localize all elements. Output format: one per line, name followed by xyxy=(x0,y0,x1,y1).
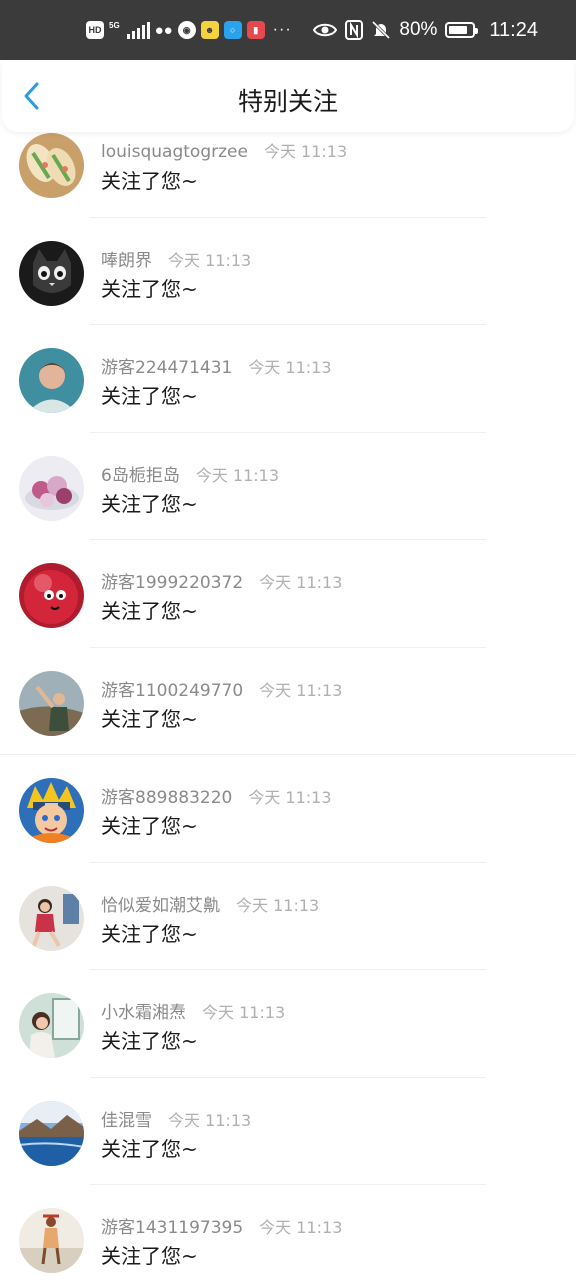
user-name[interactable]: 恰似爱如潮艾鼽 xyxy=(101,891,220,916)
name-line: 佳混雪 今天 11:13 xyxy=(101,1106,251,1131)
avatar[interactable] xyxy=(19,563,84,628)
message-text: 关注了您~ xyxy=(101,276,198,301)
avatar[interactable] xyxy=(19,993,84,1058)
timestamp: 今天 11:13 xyxy=(195,465,280,485)
user-name[interactable]: 6岛栀拒岛 xyxy=(101,461,180,486)
avatar[interactable] xyxy=(19,348,84,413)
message-text: 关注了您~ xyxy=(101,1136,198,1161)
list-item[interactable]: 游客1431197395 今天 11:13 关注了您~ xyxy=(0,1185,576,1280)
list-item[interactable]: 游客224471431 今天 11:13 关注了您~ xyxy=(0,325,576,433)
hd-icon: HD xyxy=(86,21,104,39)
message-text: 关注了您~ xyxy=(101,384,198,408)
timestamp: 今天 11:13 xyxy=(259,680,343,700)
list-item[interactable]: 游客889883220 今天 11:13 关注了您~ xyxy=(0,755,576,863)
avatar-image xyxy=(19,670,84,736)
timestamp: 今天 11:13 xyxy=(263,142,348,161)
name-line: 恰似爱如潮艾鼽 今天 11:13 xyxy=(101,891,319,916)
message-text: 关注了您~ xyxy=(101,599,198,623)
name-line: 游客889883220 今天 11:13 xyxy=(101,783,332,808)
avatar-image xyxy=(19,455,84,521)
user-name[interactable]: 游客1100249770 xyxy=(101,676,243,701)
avatar[interactable] xyxy=(19,240,84,306)
avatar[interactable] xyxy=(19,455,84,521)
qq-icon: ☻ xyxy=(200,21,219,39)
special-follow-list: louisquagtogrzee 今天 11:13 关注了您~ 唪朗界 今天 11:13… xyxy=(0,110,576,1280)
timestamp: 今天 11:13 xyxy=(259,573,343,592)
page-title: 特别关注 xyxy=(237,87,338,116)
user-name[interactable]: 佳混雪 xyxy=(101,1106,152,1131)
battery-percent: 80% xyxy=(399,19,438,40)
avatar[interactable] xyxy=(19,670,84,736)
avatar-image xyxy=(19,348,84,413)
user-name[interactable]: 游客889883220 xyxy=(101,783,232,808)
clock: 11:24 xyxy=(489,18,538,41)
timestamp: 今天 11:13 xyxy=(259,1218,343,1237)
book-app-icon: ▮ xyxy=(246,21,265,39)
timestamp: 今天 11:13 xyxy=(236,895,320,915)
list-item[interactable]: 游客1999220372 今天 11:13 关注了您~ xyxy=(0,540,576,648)
status-bar: HD 5G ●● ◉ ☻ ○ ▮ ··· 80% 11:24 xyxy=(0,0,576,60)
message-text: 关注了您~ xyxy=(101,814,198,838)
more-notifications-icon: ··· xyxy=(272,21,292,38)
wechat-icon: ●● xyxy=(154,21,173,39)
avatar-image xyxy=(19,563,84,628)
avatar-image xyxy=(19,240,84,306)
avatar[interactable] xyxy=(19,885,84,951)
user-name[interactable]: 游客224471431 xyxy=(101,353,232,378)
list-item[interactable]: 游客1100249770 今天 11:13 关注了您~ xyxy=(0,648,576,755)
message-text: 关注了您~ xyxy=(101,491,198,516)
avatar[interactable] xyxy=(19,1208,84,1273)
user-name[interactable]: 小水霜湘焘 xyxy=(101,998,186,1023)
name-line: 6岛栀拒岛 今天 11:13 xyxy=(101,461,279,486)
top-nav-bar: 特别关注 xyxy=(2,60,574,132)
avatar-image xyxy=(19,133,84,198)
list-item[interactable]: 唪朗界 今天 11:13 关注了您~ xyxy=(0,218,576,325)
status-bar-app-icons: HD 5G ●● ◉ ☻ ○ ▮ ··· xyxy=(86,21,292,39)
user-name[interactable]: 唪朗界 xyxy=(101,246,152,271)
avatar-image xyxy=(19,993,84,1058)
app-icon: ◉ xyxy=(177,21,196,39)
nfc-icon xyxy=(345,20,364,40)
user-name[interactable]: 游客1999220372 xyxy=(101,568,243,593)
avatar-image xyxy=(19,1100,84,1166)
message-text: 关注了您~ xyxy=(101,706,198,731)
name-line: louisquagtogrzee 今天 11:13 xyxy=(101,138,347,162)
timestamp: 今天 11:13 xyxy=(248,358,332,377)
signal-icon xyxy=(126,21,150,39)
list-item[interactable]: 佳混雪 今天 11:13 关注了您~ xyxy=(0,1078,576,1185)
user-name[interactable]: louisquagtogrzee xyxy=(101,142,248,162)
user-name[interactable]: 游客1431197395 xyxy=(101,1213,243,1238)
list-item[interactable]: 恰似爱如潮艾鼽 今天 11:13 关注了您~ xyxy=(0,863,576,970)
list-item[interactable]: 6岛栀拒岛 今天 11:13 关注了您~ xyxy=(0,433,576,540)
avatar[interactable] xyxy=(19,778,84,843)
eye-icon xyxy=(313,23,338,37)
timestamp: 今天 11:13 xyxy=(248,788,332,807)
list-item[interactable]: 小水霜湘焘 今天 11:13 关注了您~ xyxy=(0,970,576,1078)
message-text: 关注了您~ xyxy=(101,921,198,946)
status-bar-system: 80% 11:24 xyxy=(313,19,538,42)
name-line: 游客1100249770 今天 11:13 xyxy=(101,676,342,701)
name-line: 游客1431197395 今天 11:13 xyxy=(101,1213,342,1238)
message-text: 关注了您~ xyxy=(101,169,198,193)
timestamp: 今天 11:13 xyxy=(202,1003,286,1022)
message-text: 关注了您~ xyxy=(101,1029,198,1053)
message-text: 关注了您~ xyxy=(101,1244,198,1268)
name-line: 游客1999220372 今天 11:13 xyxy=(101,568,342,593)
avatar-image xyxy=(19,885,84,951)
avatar[interactable] xyxy=(19,133,84,198)
timestamp: 今天 11:13 xyxy=(168,1110,252,1130)
search-app-icon: ○ xyxy=(223,21,242,39)
network-type: 5G xyxy=(109,21,120,30)
avatar-image xyxy=(19,1208,84,1273)
name-line: 唪朗界 今天 11:13 xyxy=(101,246,251,271)
avatar-image xyxy=(19,778,84,843)
battery-icon xyxy=(445,22,479,38)
name-line: 小水霜湘焘 今天 11:13 xyxy=(101,998,285,1023)
mute-bell-icon xyxy=(372,20,391,40)
avatar[interactable] xyxy=(19,1100,84,1166)
name-line: 游客224471431 今天 11:13 xyxy=(101,353,332,378)
timestamp: 今天 11:13 xyxy=(168,250,252,270)
